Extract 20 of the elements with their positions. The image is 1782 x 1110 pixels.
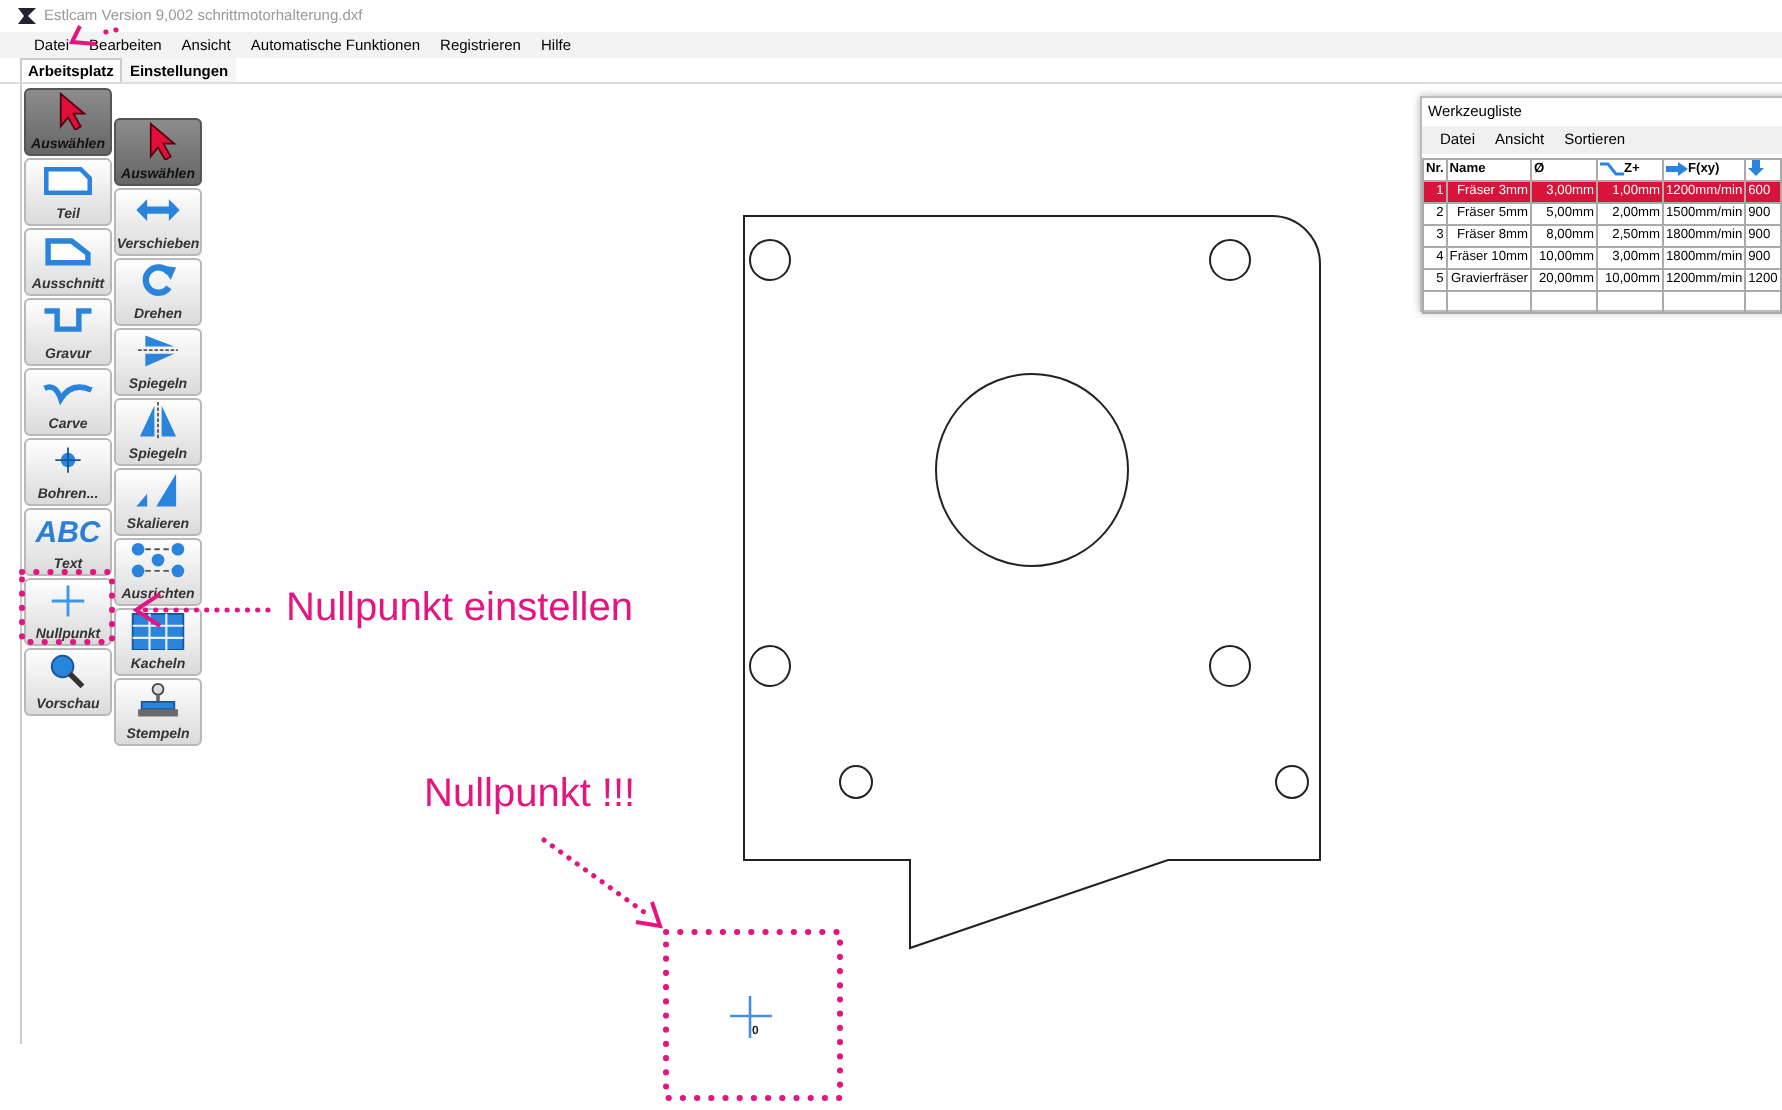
arrow-down-icon (1748, 160, 1765, 180)
arrow-right-icon (1666, 160, 1688, 180)
hole (1209, 239, 1251, 281)
dotted-frame (19, 569, 115, 645)
callout-text: Nullpunkt einstellen (286, 588, 633, 628)
hole (1275, 765, 1309, 799)
grid-icon (130, 612, 186, 650)
app-icon (18, 8, 36, 24)
hole (839, 765, 873, 799)
align-icon (130, 542, 186, 580)
callout-text: Nullpunkt !!! (424, 774, 636, 814)
origin-marker (728, 994, 774, 1040)
hole (749, 239, 791, 281)
abc-glyph: ABC (35, 514, 101, 554)
hole (749, 645, 791, 687)
dotted-arrow (541, 837, 663, 929)
hole (1209, 645, 1251, 687)
step-icon (1600, 160, 1624, 180)
part-icon (40, 162, 96, 200)
cutout-icon (40, 232, 96, 270)
